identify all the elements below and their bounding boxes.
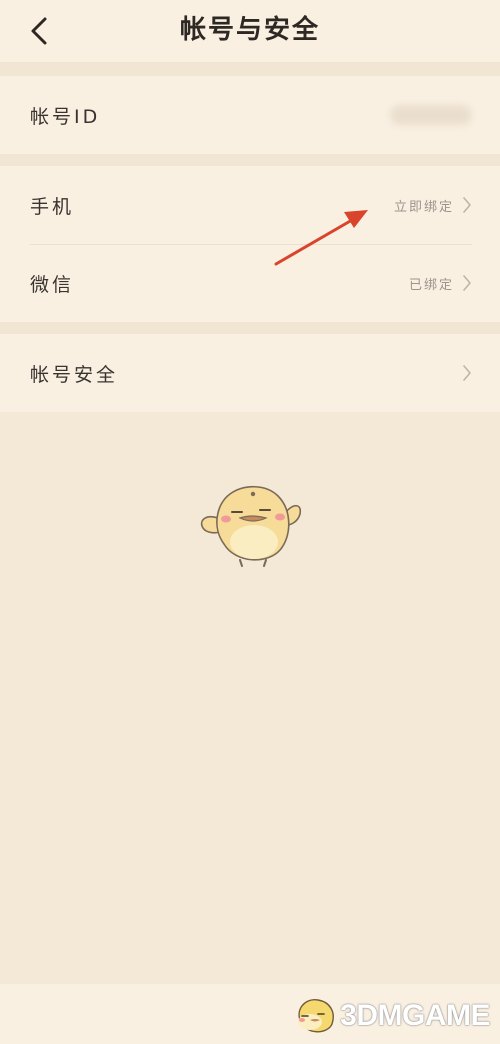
phone-bind-status: 立即绑定 [393,199,454,215]
nav-bar: 帐号与安全 [0,0,500,62]
account-id-row[interactable]: 帐号ID [0,76,500,154]
section-divider [0,154,500,166]
wechat-bind-status: 已绑定 [408,277,454,293]
chevron-right-icon [463,197,471,213]
security-section: 帐号安全 [0,334,500,412]
account-id-label: 帐号ID [30,105,101,128]
account-security-row[interactable]: 帐号安全 [0,334,500,412]
binding-section: 手机 立即绑定 微信 已绑定 [0,166,500,322]
chevron-right-icon [463,365,471,381]
section-divider [0,62,500,76]
mascot-chick-illustration [200,485,302,567]
section-divider [0,322,500,334]
account-id-section: 帐号ID [0,76,500,154]
wechat-label: 微信 [30,273,75,296]
account-id-value-redacted [390,105,472,125]
page-title: 帐号与安全 [179,15,320,45]
chick-logo-icon [298,999,335,1033]
phone-label: 手机 [30,195,75,218]
watermark-text: 3DMGAME [340,999,490,1032]
watermark: 3DMGAME [292,994,490,1038]
chevron-right-icon [463,275,471,291]
wechat-row[interactable]: 微信 已绑定 [0,244,500,322]
account-security-label: 帐号安全 [30,363,119,386]
phone-row[interactable]: 手机 立即绑定 [0,166,500,244]
